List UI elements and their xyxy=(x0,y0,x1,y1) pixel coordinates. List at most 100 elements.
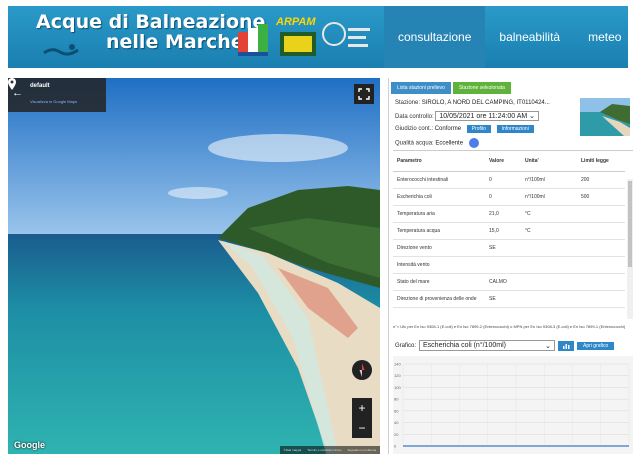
col-unita: Unita' xyxy=(521,151,577,172)
cell-unita xyxy=(521,239,577,257)
quality-value: Eccellente xyxy=(435,140,464,147)
panel-tabs: Lista stazioni prelievo Stazione selezio… xyxy=(391,82,511,94)
cell-limiti xyxy=(577,256,625,274)
chevron-down-icon: ⌄ xyxy=(545,342,552,350)
cell-limiti xyxy=(577,222,625,240)
cell-valore: 15,0 xyxy=(485,222,521,240)
quality-row: Qualità acqua: Eccellente xyxy=(395,138,479,148)
zoom-in-button[interactable]: + xyxy=(352,398,372,418)
date-select[interactable]: 10/05/2021 ore 11:24:00 AM ⌄ xyxy=(435,111,539,121)
cell-valore: 0 xyxy=(485,188,521,206)
cell-parametro: Intensità vento xyxy=(393,256,485,274)
view-in-maps-link[interactable]: Visualizza in Google Maps xyxy=(30,99,77,104)
main-nav: consultazione analisi balneabilità meteo xyxy=(384,6,635,106)
date-select-value: 10/05/2021 ore 11:24:00 AM xyxy=(439,113,528,120)
cell-parametro: Temperatura acqua xyxy=(393,222,485,240)
fullscreen-button[interactable] xyxy=(354,84,374,104)
tab-lista-stazioni[interactable]: Lista stazioni prelievo xyxy=(391,82,451,94)
trend-chart: 140120100806040200 xyxy=(393,356,633,454)
cell-unita: n°/100ml xyxy=(521,171,577,189)
y-tick-label: 40 xyxy=(394,420,399,425)
analysis-table: Parametro Valore Unita' Limiti legge Ent… xyxy=(393,151,625,308)
cell-limiti xyxy=(577,290,625,308)
table-row: Enterococchi intestinali 0 n°/100ml 200 xyxy=(393,171,625,189)
station-photo[interactable] xyxy=(580,98,630,136)
cell-parametro: Direzione di provenienza delle onde xyxy=(393,290,485,308)
apri-grafico-button[interactable]: Apri grafico xyxy=(577,341,615,350)
judgement-row: Giudizio cont.: Conforme Profilo Informa… xyxy=(395,125,534,133)
grafico-select[interactable]: Escherichia coli (n°/100ml) ⌄ xyxy=(419,340,556,351)
chart-controls: Grafico: Escherichia coli (n°/100ml) ⌄ A… xyxy=(395,340,615,351)
cell-parametro: Enterococchi intestinali xyxy=(393,171,485,189)
col-valore: Valore xyxy=(485,151,521,172)
flags-logo-icon xyxy=(238,24,268,56)
swimmer-icon xyxy=(43,44,79,56)
zoom-control: + − xyxy=(352,398,372,438)
y-tick-label: 80 xyxy=(394,397,399,402)
analysis-table-container[interactable]: Parametro Valore Unita' Limiti legge Ent… xyxy=(393,150,633,322)
cell-limiti: 200 xyxy=(577,171,625,189)
table-row: Escherichia coli 0 n°/100ml 500 xyxy=(393,188,625,206)
street-view-info-box: ← default Visualizza in Google Maps xyxy=(8,78,106,112)
table-row: Direzione vento SE xyxy=(393,239,625,257)
cell-valore: 21,0 xyxy=(485,205,521,223)
cell-unita: n°/100ml xyxy=(521,188,577,206)
y-tick-label: 140 xyxy=(394,362,401,367)
table-row: Temperatura aria 21,0 °C xyxy=(393,205,625,223)
table-row: Direzione di provenienza delle onde SE xyxy=(393,290,625,308)
cell-parametro: Stato del mare xyxy=(393,273,485,291)
judgement-label: Giudizio cont.: xyxy=(395,126,434,132)
fullscreen-icon xyxy=(358,88,370,100)
cell-unita xyxy=(521,256,577,274)
nav-balneabilita[interactable]: balneabilità xyxy=(485,6,574,68)
grafico-label: Grafico: xyxy=(395,342,417,349)
nav-meteo[interactable]: meteo xyxy=(574,6,635,68)
info-button[interactable]: Informazioni xyxy=(496,125,534,133)
nav-consultazione-analisi[interactable]: consultazione analisi xyxy=(384,6,486,106)
zoom-out-button[interactable]: − xyxy=(352,418,372,438)
cell-limiti xyxy=(577,239,625,257)
y-tick-label: 60 xyxy=(394,408,399,413)
compass-button[interactable] xyxy=(352,360,372,380)
cell-valore xyxy=(485,256,521,274)
cell-limiti: 500 xyxy=(577,188,625,206)
cell-valore: 0 xyxy=(485,171,521,189)
cell-unita xyxy=(521,273,577,291)
grafico-go-button[interactable] xyxy=(558,340,575,351)
y-tick-label: 20 xyxy=(394,432,399,437)
cell-unita: °C xyxy=(521,205,577,223)
google-logo: Google xyxy=(14,440,45,450)
date-label: Data controllo: xyxy=(395,114,434,120)
grafico-select-value: Escherichia coli (n°/100ml) xyxy=(423,342,506,349)
judgement-value: Conforme xyxy=(434,126,462,132)
chart-icon xyxy=(563,343,570,349)
arpam-logo: ARPAM xyxy=(276,16,316,28)
place-name: default xyxy=(30,83,50,89)
map-data-link[interactable]: ©Dati mappa xyxy=(284,446,302,454)
col-limiti: Limiti legge xyxy=(577,151,625,172)
cell-parametro: Temperatura aria xyxy=(393,205,485,223)
report-problem-link[interactable]: Segnala un problema xyxy=(347,446,376,454)
station-row: Stazione: SIROLO, A NORD DEL CAMPING, IT… xyxy=(395,100,550,106)
regione-marche-logo-icon xyxy=(322,22,370,47)
table-scrollbar[interactable] xyxy=(627,179,633,319)
table-row: Temperatura acqua 15,0 °C xyxy=(393,222,625,240)
profile-button[interactable]: Profilo xyxy=(466,125,491,133)
cell-unita: °C xyxy=(521,222,577,240)
cell-valore: SE xyxy=(485,290,521,308)
units-note: n°= Ufc per En Iso 9308-1 (E.coli) e En … xyxy=(393,324,626,329)
map-footer: ©Dati mappa Termini e condizioni d'uso S… xyxy=(279,446,380,454)
map-pin-icon[interactable] xyxy=(8,78,16,90)
tab-stazione-selezionata[interactable]: Stazione selezionata xyxy=(452,82,511,94)
cell-unita xyxy=(521,290,577,308)
quality-indicator-icon xyxy=(468,138,479,148)
cell-limiti xyxy=(577,273,625,291)
table-row: Intensità vento xyxy=(393,256,625,274)
street-view-panel[interactable]: ← default Visualizza in Google Maps + − … xyxy=(8,78,380,454)
y-tick-label: 100 xyxy=(394,385,401,390)
cell-parametro: Direzione vento xyxy=(393,239,485,257)
table-scrollbar-thumb[interactable] xyxy=(628,181,632,267)
station-value: SIROLO, A NORD DEL CAMPING, IT0110424... xyxy=(421,100,550,106)
beach-panorama-image[interactable] xyxy=(8,78,380,454)
terms-link[interactable]: Termini e condizioni d'uso xyxy=(307,446,341,454)
